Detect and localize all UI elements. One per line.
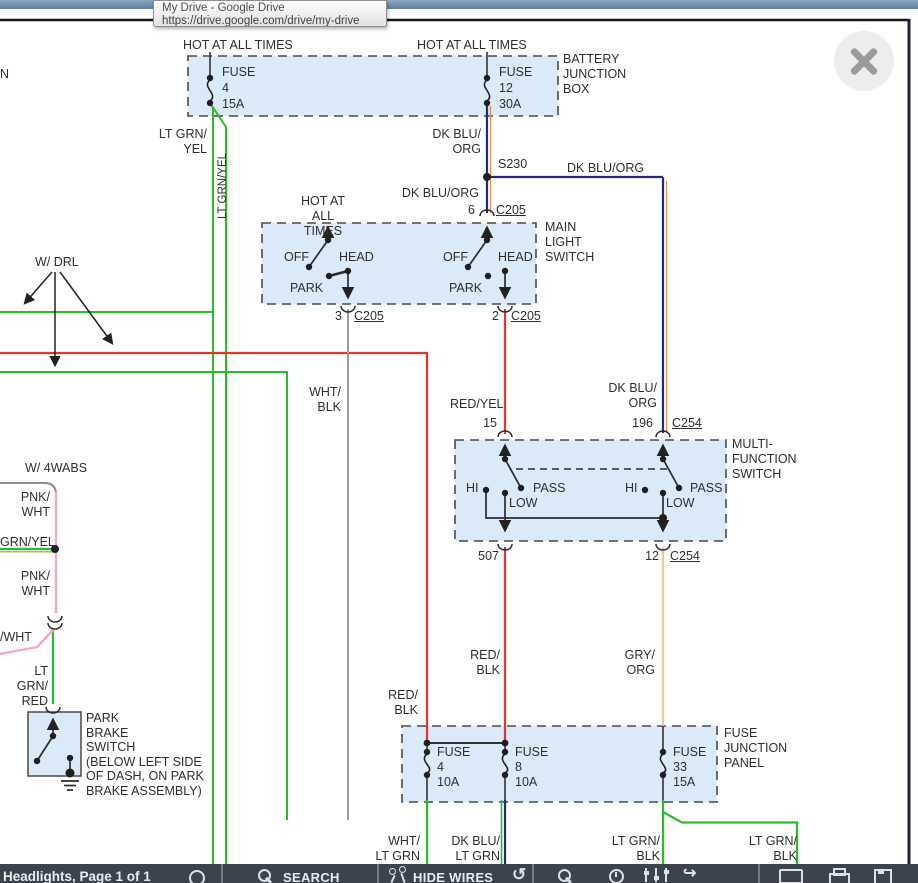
hide-wires-icon [400, 873, 405, 883]
switch-pos-hi: HI [625, 481, 638, 496]
wire-label-lt-grn-yel: LT GRN/ YEL [147, 127, 207, 157]
adjust-sliders-icon [664, 870, 669, 874]
pin-label-2: 2 [485, 309, 499, 324]
wire-label-wht: /WHT [0, 630, 32, 645]
tooltip-url: https://drive.google.com/drive/my-drive [162, 15, 378, 27]
wire-label-cut: N [0, 67, 9, 82]
link-preview-tooltip: My Drive - Google Drive https://drive.go… [153, 0, 387, 27]
connector-label-c205: C205 [354, 309, 384, 324]
zoom-icon [565, 877, 572, 883]
multi-function-switch-box[interactable] [455, 440, 726, 541]
switch-pos-off: OFF [443, 250, 468, 265]
search-icon [265, 877, 272, 883]
connector-label-c205: C205 [511, 309, 541, 324]
wire-label-dk-blu-org: DK BLU/ORG [391, 186, 479, 201]
hide-wires-button[interactable]: HIDE WIRES [413, 870, 493, 883]
pin-label-6: 6 [455, 203, 475, 218]
switch-pos-park: PARK [449, 281, 482, 296]
wire-label-lt-grn-yel-vertical: LT GRN/YEL [217, 153, 229, 219]
wire-label-gry-org: GRY/ ORG [613, 648, 655, 678]
connector-label-c254: C254 [672, 416, 702, 431]
hide-wires-icon[interactable] [389, 868, 396, 875]
fuse-label: FUSE 8 10A [515, 745, 548, 790]
wiring-diagram-viewer: HOT AT ALL TIMES HOT AT ALL TIMES BATTER… [0, 0, 918, 883]
hide-wires-icon [390, 875, 395, 883]
switch-pos-head: HEAD [339, 250, 374, 265]
wire-label-red-blk: RED/ BLK [376, 688, 418, 718]
switch-pos-low: LOW [666, 496, 694, 511]
hide-wires-icon [399, 866, 406, 873]
viewer-toolbar: Headlights, Page 1 of 1 SEARCH HIDE WIRE… [0, 864, 918, 883]
battery-junction-box-label: BATTERY JUNCTION BOX [563, 52, 626, 97]
fuse-label: FUSE 4 15A [222, 64, 255, 112]
share-icon[interactable]: ↪ [683, 866, 696, 881]
switch-pos-off: OFF [284, 250, 309, 265]
hot-at-all-times-label: HOT AT ALL TIMES [292, 194, 354, 239]
splice-label-s230: S230 [498, 157, 527, 172]
park-brake-switch-label: PARK BRAKE SWITCH (BELOW LEFT SIDE OF DA… [86, 711, 204, 798]
wire-label-lt-grn-blk: LT GRN/ BLK [598, 834, 660, 864]
wire-label-dk-blu-org: DK BLU/ ORG [597, 381, 657, 411]
wire-label-dk-blu-lt-grn: DK BLU/ LT GRN [438, 834, 500, 864]
w-drl-arrows [25, 272, 112, 365]
pin-label-3: 3 [328, 309, 342, 324]
connector-label-c254: C254 [670, 549, 700, 564]
main-light-switch-label: MAIN LIGHT SWITCH [545, 220, 594, 265]
wire-label-grn-yel: GRN/YEL [0, 535, 55, 550]
wire-label-wht-blk: WHT/ BLK [299, 385, 341, 415]
fuse-label: FUSE 33 15A [673, 745, 706, 790]
pin-label-196: 196 [625, 416, 653, 431]
switch-pos-hi: HI [466, 481, 479, 496]
print-icon [833, 868, 846, 876]
hot-at-all-times-label: HOT AT ALL TIMES [417, 38, 527, 53]
tooltip-title: My Drive - Google Drive [162, 2, 378, 15]
close-button[interactable] [834, 31, 894, 91]
wire-label-dk-blu-org: DK BLU/ORG [567, 161, 644, 176]
wire-label-red-blk: RED/ BLK [458, 648, 500, 678]
switch-pos-pass: PASS [533, 481, 565, 496]
wire-label-lt-grn-blk: LT GRN/ BLK [735, 834, 797, 864]
ground-icon [61, 781, 79, 790]
pin-label-15: 15 [478, 416, 497, 431]
wire-label-pnk-wht: PNK/ WHT [8, 490, 50, 520]
switch-pos-pass: PASS [690, 481, 722, 496]
save-icon [878, 869, 884, 874]
wire-dk-blu-lt-grn[interactable] [502, 800, 506, 864]
multi-function-switch-label: MULTI- FUNCTION SWITCH [732, 437, 797, 482]
screen-icon[interactable] [779, 869, 803, 883]
fuse-junction-panel-label: FUSE JUNCTION PANEL [724, 726, 787, 771]
wire-label-lt-grn-red: LT GRN/ RED [0, 664, 48, 709]
search-button[interactable]: SEARCH [283, 870, 340, 883]
wire-label-dk-blu-org: DK BLU/ ORG [421, 127, 481, 157]
fuse-terminal-dots [207, 75, 666, 778]
fuse-label: FUSE 4 10A [437, 745, 470, 790]
switch-pos-low: LOW [509, 496, 537, 511]
pin-label-12: 12 [638, 549, 659, 564]
history-clock-icon [615, 872, 617, 877]
adjust-sliders-icon [654, 876, 659, 880]
wire-label-pnk-wht: PNK/ WHT [8, 569, 50, 599]
switch-pos-park: PARK [290, 281, 323, 296]
park-brake-switch-box[interactable] [28, 712, 81, 776]
note-w-drl: W/ DRL [35, 255, 79, 270]
wire-label-wht-lt-grn: WHT/ LT GRN [358, 834, 420, 864]
info-icon[interactable] [189, 870, 205, 883]
fuse-label: FUSE 12 30A [499, 64, 532, 112]
undo-icon[interactable]: ↺ [512, 867, 526, 882]
toolbar-separator [377, 864, 379, 883]
fuse-symbols [207, 80, 665, 773]
adjust-sliders-icon [644, 871, 649, 875]
toolbar-separator [532, 864, 534, 883]
toolbar-separator [221, 864, 223, 883]
switch-pos-head: HEAD [498, 250, 533, 265]
note-w-4wabs: W/ 4WABS [25, 461, 87, 476]
page-title: Headlights, Page 1 of 1 [3, 869, 151, 883]
connector-label-c205: C205 [496, 203, 526, 218]
toolbar-separator [758, 864, 760, 883]
wire-label-red-yel: RED/YEL [450, 397, 504, 412]
hot-at-all-times-label: HOT AT ALL TIMES [183, 38, 293, 53]
pin-label-507: 507 [472, 549, 499, 564]
